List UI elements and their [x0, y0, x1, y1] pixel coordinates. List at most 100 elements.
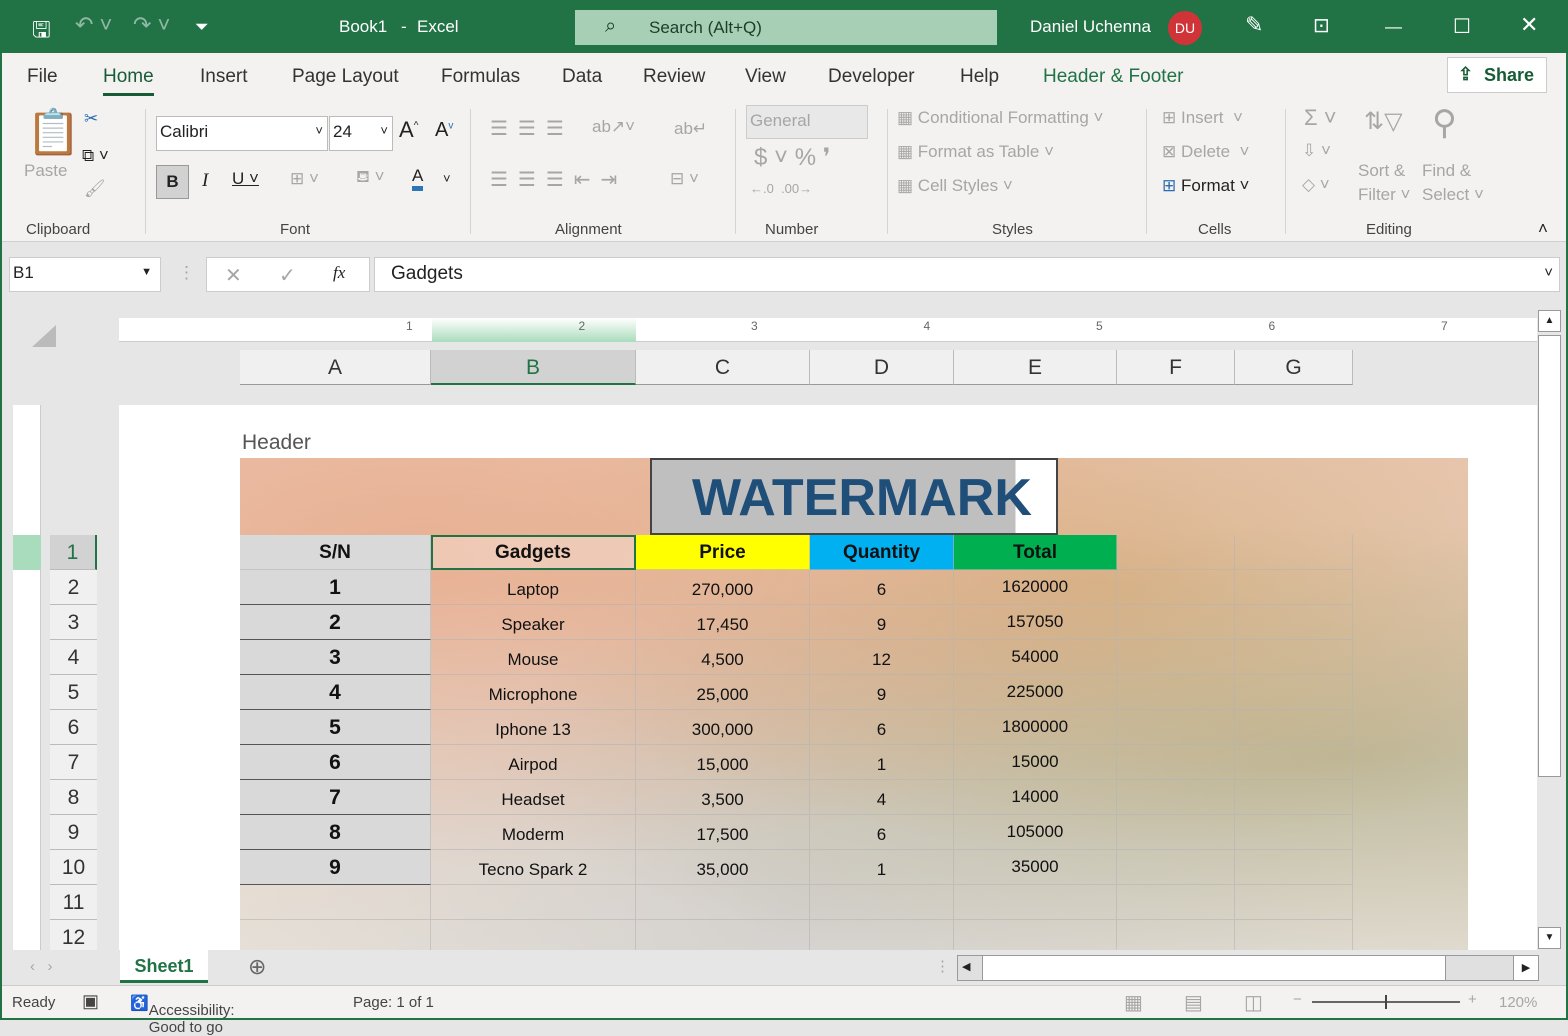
table-cell[interactable]: Iphone 13	[431, 710, 636, 745]
enter-icon[interactable]: ✓	[279, 263, 296, 288]
empty-cell[interactable]	[1235, 780, 1353, 815]
user-name[interactable]: Daniel Uchenna	[1030, 17, 1151, 37]
cut-icon[interactable]: ✂	[84, 109, 98, 129]
table-cell[interactable]: 54000	[954, 640, 1117, 675]
column-header-C[interactable]: C	[636, 350, 810, 385]
table-cell[interactable]: 9	[810, 675, 954, 710]
underline-button[interactable]: U ˅	[232, 169, 259, 189]
scroll-up-icon[interactable]: ▲	[1538, 310, 1561, 332]
empty-cell[interactable]	[1235, 535, 1353, 570]
row-header-7[interactable]: 7	[50, 745, 97, 780]
row-header-3[interactable]: 3	[50, 605, 97, 640]
empty-cell[interactable]	[1117, 710, 1235, 745]
share-button[interactable]: ⇪ Share	[1447, 57, 1547, 93]
table-cell[interactable]: 25,000	[636, 675, 810, 710]
split-handle-icon[interactable]: ⋮	[935, 957, 950, 975]
conditional-formatting-button[interactable]: ▦ Conditional Formatting ˅	[897, 108, 1103, 128]
fill-color-icon[interactable]: ⛾ ˅	[356, 167, 385, 189]
table-cell[interactable]: Microphone	[431, 675, 636, 710]
header-label[interactable]: Header	[242, 431, 311, 455]
save-icon[interactable]: 🖫	[32, 13, 51, 51]
close-icon[interactable]: ✕	[1520, 12, 1538, 38]
table-cell[interactable]: 1800000	[954, 710, 1117, 745]
tab-data[interactable]: Data	[562, 66, 602, 88]
table-cell[interactable]: 157050	[954, 605, 1117, 640]
empty-cell[interactable]	[1117, 570, 1235, 605]
table-cell[interactable]: 3,500	[636, 780, 810, 815]
decimal-icons[interactable]: ←.0 .00→	[750, 181, 812, 196]
column-header-B[interactable]: B	[431, 350, 636, 385]
empty-cell[interactable]	[954, 920, 1117, 950]
table-cell[interactable]: 15,000	[636, 745, 810, 780]
table-cell[interactable]: 6	[810, 710, 954, 745]
accessibility-button[interactable]: ♿ Accessibility: Good to go	[130, 994, 235, 1036]
empty-cell[interactable]	[240, 920, 431, 950]
row-header-9[interactable]: 9	[50, 815, 97, 850]
header-gadgets[interactable]: Gadgets	[431, 535, 636, 570]
empty-cell[interactable]	[1117, 850, 1235, 885]
search-box[interactable]: ⌕ Search (Alt+Q)	[575, 10, 997, 45]
header-price[interactable]: Price	[636, 535, 810, 570]
tab-page-layout[interactable]: Page Layout	[292, 66, 399, 88]
increase-font-icon[interactable]: A^	[399, 117, 418, 143]
scroll-left-icon[interactable]: ◀	[962, 960, 970, 973]
table-cell[interactable]: 1620000	[954, 570, 1117, 605]
format-cells-button[interactable]: ⊞ Format ˅	[1162, 176, 1249, 196]
table-cell[interactable]: Speaker	[431, 605, 636, 640]
row-header-5[interactable]: 5	[50, 675, 97, 710]
row-header-8[interactable]: 8	[50, 780, 97, 815]
empty-cell[interactable]	[1235, 850, 1353, 885]
find-icon[interactable]: ⚲	[1432, 103, 1457, 143]
insert-cells-button[interactable]: ⊞ Insert ˅	[1162, 108, 1243, 128]
find-select-button[interactable]: Find & Select ˅	[1422, 159, 1484, 207]
table-cell[interactable]: 9	[240, 850, 431, 885]
empty-cell[interactable]	[810, 885, 954, 920]
insert-function-button[interactable]: fx	[333, 263, 345, 283]
horizontal-scroll-thumb[interactable]	[982, 956, 1446, 980]
table-cell[interactable]: Tecno Spark 2	[431, 850, 636, 885]
copy-icon[interactable]: ⧉ ˅	[82, 146, 109, 166]
customize-qat-icon[interactable]: ⏷	[195, 17, 209, 37]
tab-review[interactable]: Review	[643, 66, 705, 88]
empty-cell[interactable]	[1235, 920, 1353, 950]
paste-button[interactable]: Paste	[24, 161, 67, 181]
tab-file[interactable]: File	[27, 66, 58, 88]
table-cell[interactable]: 1	[810, 745, 954, 780]
empty-cell[interactable]	[1117, 640, 1235, 675]
table-cell[interactable]: 6	[810, 815, 954, 850]
paste-icon[interactable]: 📋	[26, 106, 81, 158]
empty-cell[interactable]	[954, 885, 1117, 920]
empty-cell[interactable]	[636, 920, 810, 950]
column-header-A[interactable]: A	[240, 350, 431, 385]
vertical-align-icons[interactable]: ☰☰☰	[490, 116, 574, 141]
normal-view-icon[interactable]: ▦	[1124, 990, 1143, 1015]
table-cell[interactable]: 17,450	[636, 605, 810, 640]
zoom-out-icon[interactable]: −	[1293, 991, 1302, 1008]
table-cell[interactable]: 14000	[954, 780, 1117, 815]
empty-cell[interactable]	[1235, 710, 1353, 745]
empty-cell[interactable]	[1117, 675, 1235, 710]
table-cell[interactable]: 3	[240, 640, 431, 675]
table-cell[interactable]: 1	[810, 850, 954, 885]
empty-cell[interactable]	[636, 885, 810, 920]
empty-cell[interactable]	[1117, 605, 1235, 640]
table-cell[interactable]: 9	[810, 605, 954, 640]
currency-icon[interactable]: $ ˅ % ❜	[754, 143, 830, 172]
empty-cell[interactable]	[1117, 815, 1235, 850]
table-cell[interactable]: 17,500	[636, 815, 810, 850]
collapse-ribbon-icon[interactable]: ˄	[1538, 219, 1548, 239]
select-all-button[interactable]	[32, 325, 56, 347]
header-total[interactable]: Total	[954, 535, 1117, 570]
italic-button[interactable]: I	[202, 170, 208, 192]
autosum-icon[interactable]: Σ ˅	[1304, 105, 1337, 131]
empty-cell[interactable]	[1235, 815, 1353, 850]
number-format-select[interactable]: General	[746, 105, 868, 139]
table-cell[interactable]: Headset	[431, 780, 636, 815]
table-cell[interactable]: 4	[810, 780, 954, 815]
redo-icon[interactable]: ↷ ˅	[133, 12, 170, 38]
table-cell[interactable]: 15000	[954, 745, 1117, 780]
tab-insert[interactable]: Insert	[200, 66, 248, 88]
watermark-text[interactable]: WATERMARK	[650, 458, 1058, 535]
column-header-F[interactable]: F	[1117, 350, 1235, 385]
empty-cell[interactable]	[1117, 535, 1235, 570]
